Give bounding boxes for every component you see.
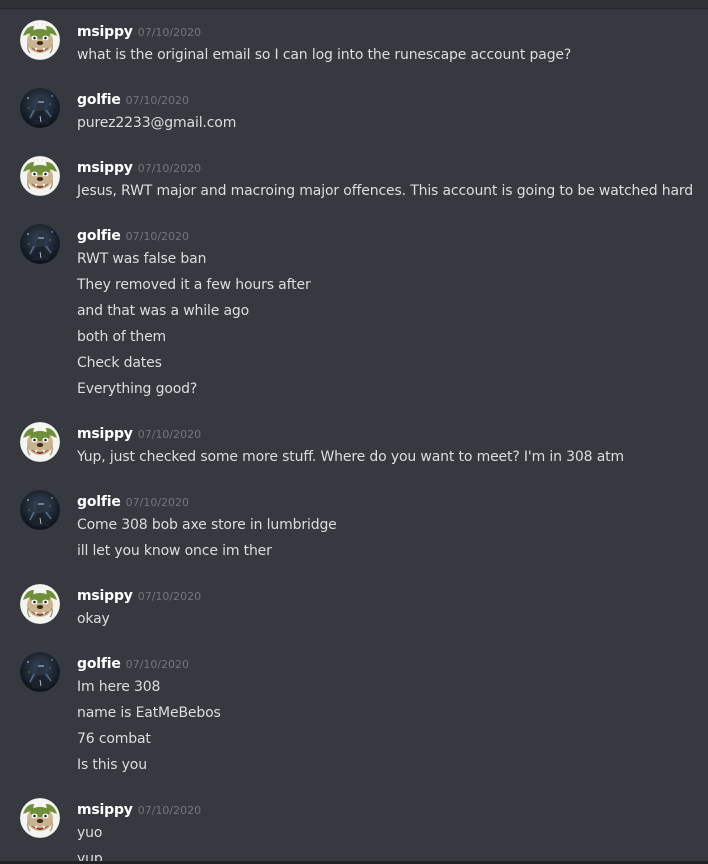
timestamp: 07/10/2020 [137, 804, 202, 817]
avatar[interactable] [20, 88, 60, 128]
message-header: golfie 07/10/2020 [77, 224, 708, 246]
message-text: name is EatMeBebos [77, 705, 221, 721]
timestamp: 07/10/2020 [137, 26, 202, 39]
message-text: Is this you [77, 757, 147, 773]
avatar[interactable] [20, 156, 60, 196]
dark-knight-avatar-icon [20, 490, 60, 530]
bulldog-avatar-icon [20, 798, 60, 838]
username[interactable]: msippy [77, 24, 133, 40]
timestamp: 07/10/2020 [125, 94, 190, 107]
message-header: msippy 07/10/2020 [77, 584, 708, 606]
message-text: RWT was false ban [77, 251, 207, 267]
avatar[interactable] [20, 652, 60, 692]
timestamp: 07/10/2020 [125, 496, 190, 509]
message-group: golfie 07/10/2020 Come 308 bob axe store i… [0, 479, 708, 564]
message-text: both of them [77, 329, 167, 345]
message-text: yuo [77, 825, 103, 841]
message-group: msippy 07/10/2020 Yup, just checked some m… [0, 411, 708, 470]
message-text: ill let you know once im ther [77, 543, 272, 559]
avatar[interactable] [20, 224, 60, 264]
message-text: purez2233@gmail.com [77, 115, 237, 131]
avatar[interactable] [20, 422, 60, 462]
dark-knight-avatar-icon [20, 652, 60, 692]
avatar[interactable] [20, 20, 60, 60]
timestamp: 07/10/2020 [137, 428, 202, 441]
dark-knight-avatar-icon [20, 88, 60, 128]
username[interactable]: golfie [77, 656, 121, 672]
message-group: golfie 07/10/2020 Im here 308 name is EatMe… [0, 641, 708, 778]
message-group: msippy 07/10/2020 okay [0, 573, 708, 632]
message-group: msippy07/10/2020yuoyupConfirm accepted [0, 787, 708, 864]
message-text: Everything good? [77, 381, 198, 397]
username[interactable]: msippy [77, 588, 133, 604]
timestamp: 07/10/2020 [125, 230, 190, 243]
message-text: what is the original email so I can log … [77, 47, 572, 63]
message-text: okay [77, 611, 110, 627]
timestamp: 07/10/2020 [137, 590, 202, 603]
bulldog-avatar-icon [20, 20, 60, 60]
username[interactable]: golfie [77, 92, 121, 108]
bulldog-avatar-icon [20, 422, 60, 462]
top-divider [0, 0, 708, 9]
username[interactable]: msippy [77, 802, 133, 818]
message-text: They removed it a few hours after [77, 277, 311, 293]
bulldog-avatar-icon [20, 584, 60, 624]
avatar[interactable] [20, 584, 60, 624]
message-text: 76 combat [77, 731, 151, 747]
message-header: msippy 07/10/2020 [77, 20, 708, 42]
message-list[interactable]: msippy 07/10/2020 what is the original ema… [0, 9, 708, 864]
avatar[interactable] [20, 798, 60, 838]
username[interactable]: msippy [77, 160, 133, 176]
username[interactable]: golfie [77, 494, 121, 510]
message-header: golfie 07/10/2020 [77, 652, 708, 674]
timestamp: 07/10/2020 [137, 162, 202, 175]
avatar[interactable] [20, 490, 60, 530]
message-group: golfie 07/10/2020 purez2233@gmail.com [0, 77, 708, 136]
message-text: Jesus, RWT major and macroing major offe… [77, 183, 694, 199]
message-text: Check dates [77, 355, 162, 371]
message-header: golfie 07/10/2020 [77, 490, 708, 512]
username[interactable]: golfie [77, 228, 121, 244]
message-header: msippy 07/10/2020 [77, 798, 708, 820]
bulldog-avatar-icon [20, 156, 60, 196]
dark-knight-avatar-icon [20, 224, 60, 264]
username[interactable]: msippy [77, 426, 133, 442]
message-text: Yup, just checked some more stuff. Where… [77, 449, 624, 465]
message-header: msippy 07/10/2020 [77, 156, 708, 178]
timestamp: 07/10/2020 [125, 658, 190, 671]
message-header: golfie 07/10/2020 [77, 88, 708, 110]
message-header: msippy 07/10/2020 [77, 422, 708, 444]
message-text: Im here 308 [77, 679, 161, 695]
message-text: and that was a while ago [77, 303, 250, 319]
message-group: msippy 07/10/2020 what is the original ema… [0, 9, 708, 68]
message-group: golfie 07/10/2020 RWT was false ban They re… [0, 213, 708, 402]
message-text: Come 308 bob axe store in lumbridge [77, 517, 337, 533]
message-group: msippy 07/10/2020 Jesus, RWT major and mac… [0, 145, 708, 204]
